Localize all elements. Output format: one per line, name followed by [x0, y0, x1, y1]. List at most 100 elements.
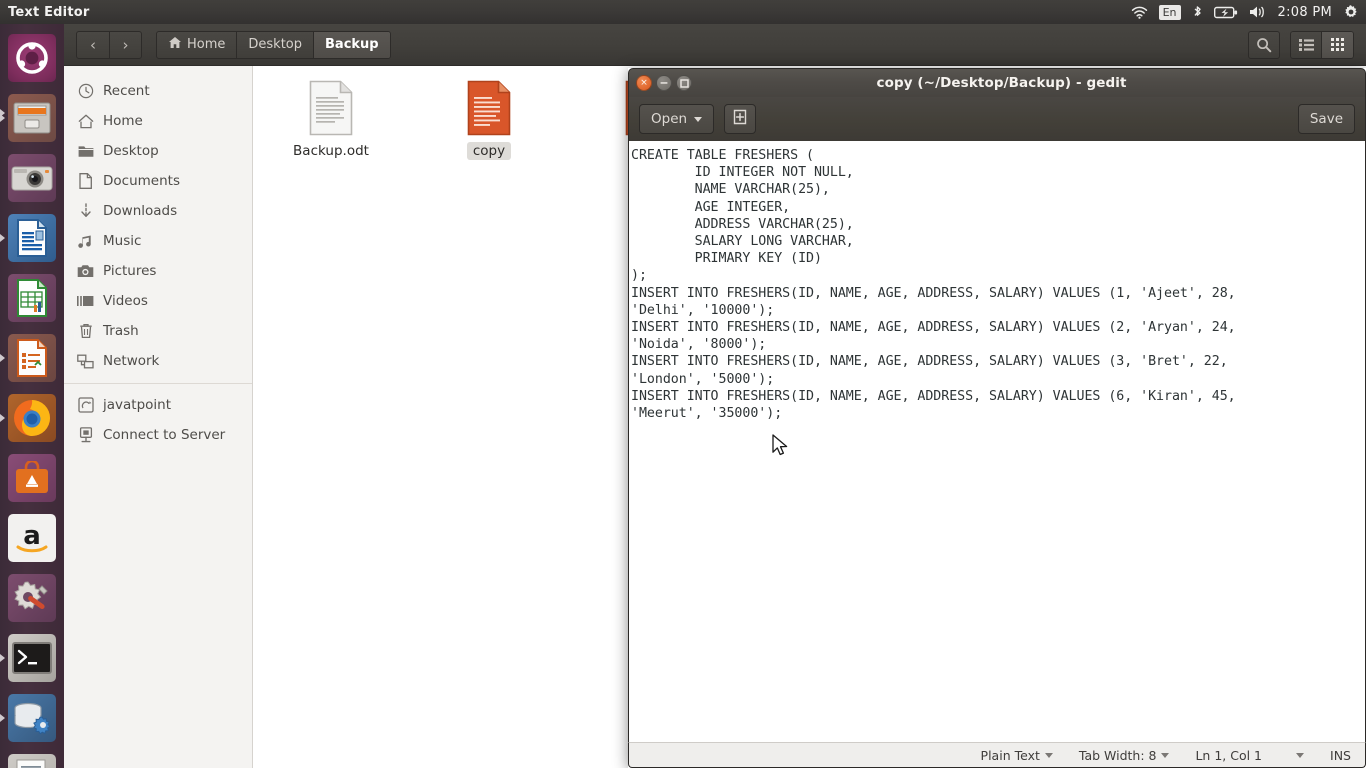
sidebar-item-desktop[interactable]: Desktop: [64, 136, 252, 166]
launcher-item-amazon[interactable]: a: [0, 508, 64, 568]
launcher-item-libreoffice-impress[interactable]: [0, 328, 64, 388]
search-icon[interactable]: [1248, 31, 1280, 59]
text-document-icon: [433, 74, 545, 136]
bluetooth-icon[interactable]: [1192, 0, 1203, 24]
sidebar-item-javatpoint[interactable]: javatpoint: [64, 390, 252, 420]
breadcrumb-item-backup[interactable]: Backup: [313, 32, 390, 58]
battery-icon[interactable]: [1214, 0, 1238, 24]
sidebar-item-videos[interactable]: Videos: [64, 286, 252, 316]
gedit-window-title: copy (~/Desktop/Backup) - gedit: [696, 75, 1307, 91]
running-indicator-icon: [0, 234, 5, 242]
sidebar-item-downloads[interactable]: Downloads: [64, 196, 252, 226]
chevron-down-icon: [1296, 753, 1304, 758]
breadcrumb-item-home[interactable]: Home: [157, 32, 236, 58]
libreoffice-impress-icon: [8, 334, 56, 382]
sidebar-item-pictures[interactable]: Pictures: [64, 256, 252, 286]
sidebar-item-network[interactable]: Network: [64, 346, 252, 376]
chevron-down-icon: [1045, 753, 1053, 758]
panel-indicators: En 2:08 PM: [1131, 0, 1366, 24]
gedit-titlebar[interactable]: × copy (~/Desktop/Backup) - gedit: [628, 68, 1366, 97]
open-button[interactable]: Open: [639, 104, 714, 134]
launcher-item-firefox[interactable]: [0, 388, 64, 448]
file-label: copy: [467, 142, 511, 160]
back-button[interactable]: ‹: [77, 32, 109, 58]
chevron-down-icon: [694, 117, 702, 122]
gedit-text-area[interactable]: CREATE TABLE FRESHERS ( ID INTEGER NOT N…: [628, 141, 1366, 742]
cursor-position[interactable]: Ln 1, Col 1: [1182, 742, 1296, 768]
sidebar-item-documents[interactable]: Documents: [64, 166, 252, 196]
sidebar-item-connect-to-server[interactable]: Connect to Server: [64, 420, 252, 450]
firefox-icon: [8, 394, 56, 442]
file-item-backup-odt[interactable]: Backup.odt: [275, 74, 387, 164]
chevron-down-icon: [1161, 753, 1169, 758]
download-icon: [77, 203, 94, 220]
sidebar-item-home[interactable]: Home: [64, 106, 252, 136]
text-editor-icon: [8, 754, 56, 768]
drive-icon: [77, 397, 94, 414]
keyboard-layout-indicator[interactable]: En: [1159, 0, 1181, 24]
database-icon: [8, 694, 56, 742]
list-view-button[interactable]: [1290, 31, 1322, 59]
grid-view-button[interactable]: [1322, 31, 1354, 59]
maximize-button[interactable]: [676, 75, 692, 91]
wifi-icon[interactable]: [1131, 0, 1148, 24]
sidebar-item-music[interactable]: Music: [64, 226, 252, 256]
volume-icon[interactable]: [1249, 0, 1267, 24]
launcher-item-terminal[interactable]: [0, 628, 64, 688]
launcher-item-database-workbench[interactable]: [0, 688, 64, 748]
ubuntu-logo-icon: [8, 34, 56, 82]
launcher-item-software-center[interactable]: [0, 448, 64, 508]
keyboard-layout-label: En: [1159, 5, 1181, 20]
music-icon: [77, 233, 94, 250]
gedit-status-bar: Plain Text Tab Width: 8 Ln 1, Col 1 INS: [628, 742, 1366, 768]
terminal-icon: [8, 634, 56, 682]
insert-mode-indicator[interactable]: INS: [1330, 742, 1351, 768]
position-dropdown[interactable]: [1296, 742, 1330, 768]
folder-icon: [77, 143, 94, 160]
sidebar-item-label: javatpoint: [103, 397, 171, 413]
system-settings-icon: [8, 574, 56, 622]
sidebar-item-label: Network: [103, 353, 159, 369]
tab-width-selector[interactable]: Tab Width: 8: [1066, 742, 1183, 768]
document-content[interactable]: CREATE TABLE FRESHERS ( ID INTEGER NOT N…: [631, 147, 1365, 422]
breadcrumb-label: Desktop: [248, 37, 302, 52]
sidebar-item-label: Videos: [103, 293, 148, 309]
tab-width-label: Tab Width: 8: [1079, 748, 1157, 763]
video-icon: [77, 293, 94, 310]
file-item-copy[interactable]: copy: [433, 74, 545, 164]
navigation-buttons: ‹ ›: [76, 31, 142, 59]
launcher-item-libreoffice-calc[interactable]: [0, 268, 64, 328]
launcher-item-libreoffice-writer[interactable]: [0, 208, 64, 268]
launcher-item-system-settings[interactable]: [0, 568, 64, 628]
network-icon: [77, 353, 94, 370]
breadcrumb-item-desktop[interactable]: Desktop: [236, 32, 313, 58]
forward-button[interactable]: ›: [109, 32, 141, 58]
new-document-button[interactable]: [724, 104, 756, 134]
sidebar-item-recent[interactable]: Recent: [64, 76, 252, 106]
panel-app-title[interactable]: Text Editor: [8, 5, 89, 20]
file-manager-toolbar: [1248, 31, 1360, 59]
breadcrumb-label: Home: [187, 37, 225, 52]
home-icon: [168, 36, 182, 53]
close-button[interactable]: ×: [636, 75, 652, 91]
sidebar-item-trash[interactable]: Trash: [64, 316, 252, 346]
breadcrumb: Home Desktop Backup: [156, 31, 391, 59]
camera-icon: [77, 263, 94, 280]
gear-icon[interactable]: [1343, 0, 1359, 24]
software-center-icon: [8, 454, 56, 502]
open-button-label: Open: [651, 111, 687, 127]
sidebar-item-label: Desktop: [103, 143, 159, 159]
launcher-item-text-editor[interactable]: [0, 748, 64, 768]
unity-launcher: a: [0, 24, 64, 768]
running-indicator-icon: [0, 654, 5, 662]
clock-indicator[interactable]: 2:08 PM: [1278, 0, 1332, 24]
launcher-item-shotwell[interactable]: [0, 148, 64, 208]
running-indicator-icon: [0, 114, 5, 122]
language-selector[interactable]: Plain Text: [968, 742, 1066, 768]
minimize-button[interactable]: [656, 75, 672, 91]
sidebar-item-label: Connect to Server: [103, 427, 225, 443]
new-document-icon: [732, 109, 748, 129]
launcher-item-files[interactable]: [0, 88, 64, 148]
save-button[interactable]: Save: [1298, 104, 1355, 134]
launcher-item-ubuntu-dash[interactable]: [0, 28, 64, 88]
